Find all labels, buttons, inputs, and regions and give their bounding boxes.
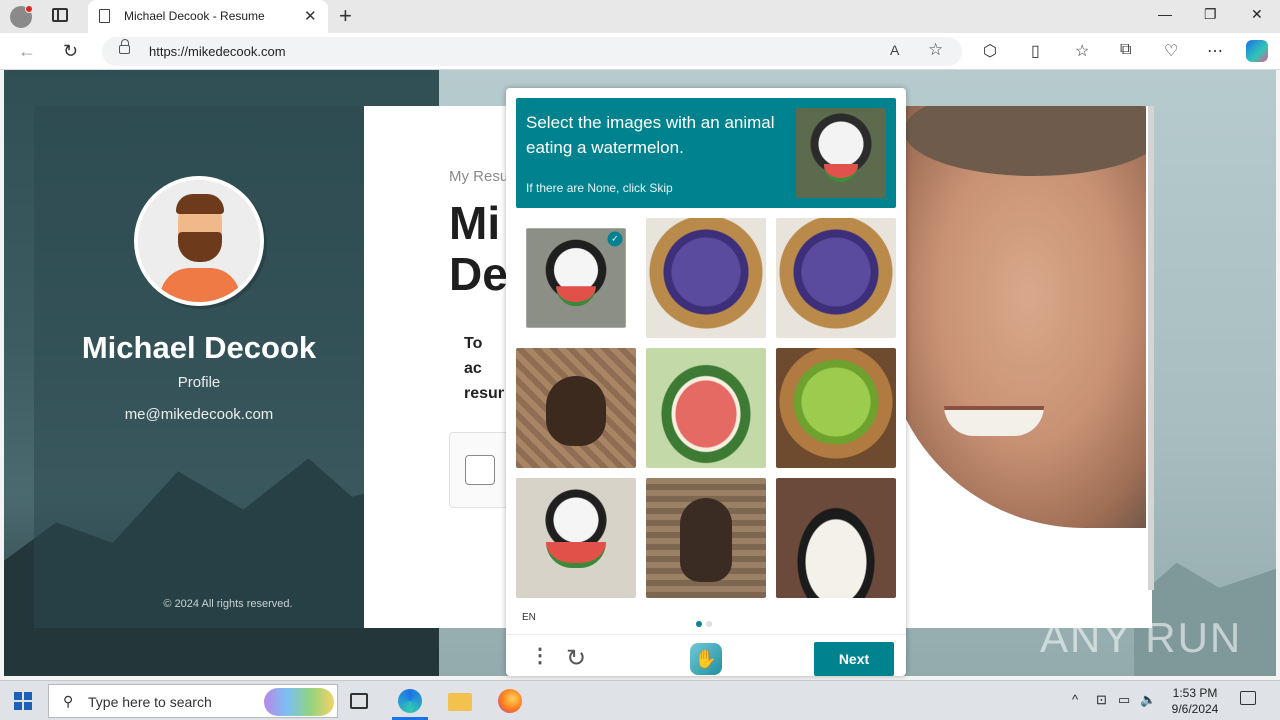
page-dot: [706, 621, 712, 627]
captcha-example-image: [796, 108, 886, 198]
read-aloud-icon[interactable]: A: [890, 42, 899, 58]
avatar: [134, 176, 264, 306]
volume-icon[interactable]: 🔈: [1140, 692, 1156, 708]
taskbar-search[interactable]: ⚲ Type here to search: [48, 684, 338, 718]
show-hidden-icons-chevron-icon[interactable]: ^: [1072, 692, 1078, 707]
task-view-icon[interactable]: [350, 693, 368, 709]
captcha-tile-panda-closeup[interactable]: [776, 478, 896, 598]
anyrun-watermark: ANY RUN: [1040, 614, 1243, 661]
clock-date: 9/6/2024: [1171, 702, 1219, 716]
favorites-icon[interactable]: ☆: [1075, 41, 1089, 61]
captcha-prompt: Select the images with an animal eating …: [526, 113, 775, 157]
captcha-language[interactable]: EN: [522, 612, 536, 623]
tab-actions-icon[interactable]: [52, 8, 68, 22]
taskbar-clock[interactable]: 1:53 PM 9/6/2024: [1160, 685, 1230, 717]
tab-resume[interactable]: Michael Decook - Resume ✕: [88, 0, 328, 33]
captcha-tile-green-grapes[interactable]: [776, 348, 896, 468]
clock-time: 1:53 PM: [1172, 686, 1218, 700]
checkmark-icon: ✓: [607, 231, 623, 247]
scrollbar[interactable]: [1148, 106, 1154, 590]
network-icon[interactable]: ▭: [1118, 692, 1130, 708]
search-icon: ⚲: [63, 693, 74, 709]
profile-email[interactable]: me@mikedecook.com: [34, 406, 364, 423]
search-highlight-image: [264, 688, 334, 716]
device-icon[interactable]: ⊡: [1096, 692, 1107, 708]
file-explorer-icon[interactable]: [448, 693, 472, 711]
back-icon[interactable]: ←: [18, 41, 36, 62]
search-placeholder: Type here to search: [88, 694, 212, 710]
split-screen-icon[interactable]: ▯: [1031, 41, 1040, 61]
close-window-button[interactable]: ✕: [1251, 6, 1263, 23]
favorite-star-icon[interactable]: ☆: [928, 40, 943, 60]
profile-role: Profile: [177, 374, 221, 391]
minimize-button[interactable]: —: [1158, 6, 1172, 22]
browser-tab-bar: Michael Decook - Resume ✕ + — ❐ ✕: [0, 0, 1280, 33]
captcha-header: Select the images with an animal eating …: [516, 98, 896, 208]
windows-start-icon[interactable]: [14, 692, 32, 710]
captcha-next-button[interactable]: Next: [814, 642, 894, 676]
extensions-icon[interactable]: ⬡: [983, 41, 997, 61]
captcha-challenge: Select the images with an animal eating …: [506, 88, 906, 676]
url-text[interactable]: https://mikedecook.com: [149, 44, 286, 59]
profile-name: Michael Decook: [81, 330, 317, 365]
reload-icon[interactable]: ↻: [63, 41, 78, 62]
captcha-menu-icon[interactable]: ⋮: [530, 646, 550, 666]
captcha-tile-bear[interactable]: [516, 348, 636, 468]
notification-center-icon[interactable]: [1240, 691, 1256, 705]
page-icon: [99, 9, 110, 23]
tab-title: Michael Decook - Resume: [124, 9, 265, 23]
captcha-refresh-icon[interactable]: ↻: [566, 644, 586, 673]
new-tab-button[interactable]: +: [339, 3, 352, 29]
divider: [506, 634, 906, 635]
firefox-icon[interactable]: [498, 689, 522, 713]
hcaptcha-logo-icon[interactable]: ✋: [690, 643, 722, 675]
collections-icon[interactable]: ⧉: [1120, 41, 1131, 59]
taskbar: ⚲ Type here to search ^ ⊡ ▭ 🔈 1:53 PM 9/…: [0, 680, 1280, 720]
resume-message: To ac resun: [464, 335, 504, 402]
profile-icon[interactable]: [10, 5, 33, 28]
captcha-page-dots: [696, 614, 716, 632]
captcha-tile-purple-grapes[interactable]: [646, 218, 766, 338]
captcha-tile-watermelon[interactable]: [646, 348, 766, 468]
more-menu-icon[interactable]: ⋯: [1207, 41, 1223, 61]
address-bar[interactable]: https://mikedecook.com A ☆: [102, 37, 962, 66]
copilot-icon[interactable]: [1246, 40, 1268, 62]
captcha-tile-bear[interactable]: [646, 478, 766, 598]
lock-icon[interactable]: [119, 39, 130, 54]
captcha-checkbox[interactable]: [465, 455, 495, 485]
captcha-tile-purple-grapes[interactable]: [776, 218, 896, 338]
edge-icon[interactable]: [398, 689, 422, 713]
notification-dot: [25, 5, 33, 13]
captcha-tile-panda-watermelon[interactable]: [516, 478, 636, 598]
captcha-tile-panda-watermelon[interactable]: ✓: [526, 228, 626, 328]
browser-toolbar: ← ↻ https://mikedecook.com A ☆ ⬡ ▯ ☆ ⧉ ♡…: [0, 33, 1280, 70]
profile-card: Michael Decook Profile me@mikedecook.com…: [34, 106, 364, 628]
captcha-hint: If there are None, click Skip: [526, 181, 673, 195]
maximize-button[interactable]: ❐: [1204, 6, 1217, 23]
page-dot-active: [696, 621, 702, 627]
tab-close-icon[interactable]: ✕: [304, 7, 317, 25]
browser-essentials-icon[interactable]: ♡: [1164, 41, 1178, 61]
resume-subtitle: My Resu: [449, 168, 509, 185]
